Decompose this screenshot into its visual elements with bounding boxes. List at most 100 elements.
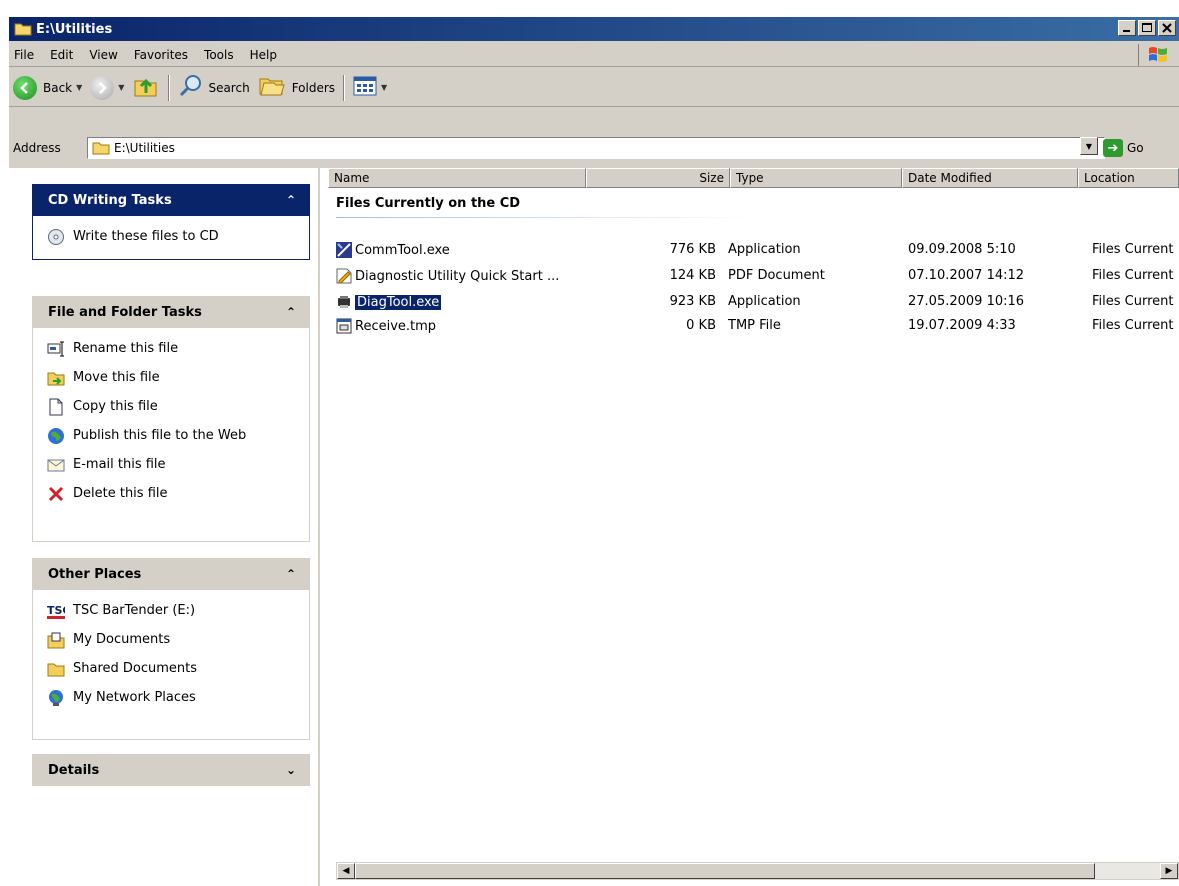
move-icon [47, 369, 65, 387]
delete-icon [47, 485, 65, 503]
task-move[interactable]: Move this file [47, 363, 309, 392]
menu-favorites[interactable]: Favorites [126, 48, 196, 62]
email-icon [47, 456, 65, 474]
collapse-chevron-icon[interactable]: ⌃ [286, 567, 296, 581]
tsc-drive-icon: TSC [47, 602, 65, 620]
up-folder-icon [132, 73, 160, 102]
menu-help[interactable]: Help [242, 48, 285, 62]
pdf-document-icon [336, 268, 352, 284]
address-input[interactable]: E:\Utilities [87, 137, 1105, 159]
group-header: Files Currently on the CD [336, 196, 521, 211]
menu-view[interactable]: View [81, 48, 125, 62]
file-location: Files Current [1092, 294, 1174, 309]
task-copy[interactable]: Copy this file [47, 392, 309, 421]
back-button[interactable]: Back ▼ [9, 73, 86, 103]
file-row[interactable]: CommTool.exe 776 KB Application 09.09.20… [336, 240, 1179, 262]
column-header-type[interactable]: Type [730, 168, 902, 188]
cd-icon [47, 228, 65, 246]
standard-toolbar: Back ▼ ▼ Search Folders ▼ [9, 69, 1179, 107]
menu-bar: File Edit View Favorites Tools Help [9, 43, 1179, 67]
column-header-date-modified[interactable]: Date Modified [902, 168, 1078, 188]
file-row[interactable]: Diagnostic Utility Quick Start ... 124 K… [336, 266, 1179, 288]
forward-button[interactable]: ▼ [86, 73, 128, 103]
task-write-to-cd[interactable]: Write these files to CD [47, 222, 309, 251]
task-publish-web[interactable]: Publish this file to the Web [47, 421, 309, 450]
views-dropdown-icon[interactable]: ▼ [381, 83, 387, 92]
collapse-chevron-icon[interactable]: ⌃ [286, 305, 296, 319]
task-label: Rename this file [73, 341, 179, 356]
go-arrow-icon: ➔ [1103, 139, 1123, 157]
scroll-thumb[interactable] [355, 863, 1095, 879]
column-label: Location [1084, 171, 1135, 185]
place-my-documents[interactable]: My Documents [47, 625, 309, 654]
back-arrow-icon [13, 75, 37, 100]
file-row-selected[interactable]: DiagTool.exe 923 KB Application 27.05.20… [336, 292, 1179, 314]
up-folder-button[interactable] [128, 73, 164, 103]
close-button[interactable] [1158, 20, 1176, 36]
folders-label: Folders [291, 80, 336, 95]
folders-icon [258, 74, 286, 101]
place-tsc-bartender[interactable]: TSC TSC BarTender (E:) [47, 596, 309, 625]
globe-icon [47, 427, 65, 445]
views-icon [353, 76, 377, 99]
address-bar: Address E:\Utilities ▼ ➔ Go [9, 135, 1179, 161]
column-header-name[interactable]: Name [328, 168, 586, 188]
task-rename[interactable]: Rename this file [47, 334, 309, 363]
address-dropdown-button[interactable]: ▼ [1080, 137, 1098, 155]
file-folder-tasks-body: Rename this file Move this file Copy thi… [32, 328, 310, 542]
details-panel: Details ⌄ [32, 754, 310, 786]
search-button[interactable]: Search [174, 73, 253, 103]
tmp-file-icon [336, 318, 352, 334]
address-value: E:\Utilities [114, 141, 175, 155]
file-size: 923 KB [669, 294, 716, 309]
column-header-location[interactable]: Location [1078, 168, 1179, 188]
place-my-network-places[interactable]: My Network Places [47, 683, 309, 712]
column-header-size[interactable]: Size [586, 168, 730, 188]
copy-icon [47, 398, 65, 416]
task-label: Publish this file to the Web [73, 428, 247, 443]
cd-writing-tasks-header[interactable]: CD Writing Tasks ⌃ [32, 184, 310, 216]
other-places-panel: Other Places ⌃ TSC TSC BarTender (E:) My… [32, 558, 310, 740]
column-label: Size [699, 171, 724, 185]
place-shared-documents[interactable]: Shared Documents [47, 654, 309, 683]
file-folder-tasks-header[interactable]: File and Folder Tasks ⌃ [32, 296, 310, 328]
title-bar[interactable]: E:\Utilities [9, 17, 1179, 41]
address-label: Address [13, 141, 61, 155]
file-size: 124 KB [669, 268, 716, 283]
expand-chevron-icon[interactable]: ⌄ [286, 763, 296, 777]
go-label: Go [1127, 141, 1144, 155]
folders-button[interactable]: Folders [254, 73, 339, 103]
menu-edit[interactable]: Edit [42, 48, 81, 62]
file-type: TMP File [728, 318, 781, 333]
file-location: Files Current [1092, 242, 1174, 257]
scroll-right-button[interactable]: ▶ [1160, 863, 1178, 879]
go-button[interactable]: ➔ Go [1103, 137, 1144, 159]
forward-dropdown-icon[interactable]: ▼ [118, 83, 124, 92]
minimize-button[interactable] [1118, 20, 1136, 36]
file-type: Application [728, 294, 801, 309]
panel-title: File and Folder Tasks [48, 304, 202, 320]
scroll-left-button[interactable]: ◀ [337, 863, 355, 879]
details-header[interactable]: Details ⌄ [32, 754, 310, 786]
toolbar-separator [343, 74, 346, 101]
task-pane: CD Writing Tasks ⌃ Write these files to … [8, 168, 318, 886]
commtool-app-icon [336, 242, 352, 258]
other-places-header[interactable]: Other Places ⌃ [32, 558, 310, 590]
column-label: Name [334, 171, 370, 185]
collapse-chevron-icon[interactable]: ⌃ [286, 193, 296, 207]
views-button[interactable]: ▼ [349, 73, 391, 103]
maximize-button[interactable] [1138, 20, 1156, 36]
file-name: Diagnostic Utility Quick Start ... [355, 268, 560, 284]
menu-file[interactable]: File [9, 48, 42, 62]
task-email[interactable]: E-mail this file [47, 450, 309, 479]
task-delete[interactable]: Delete this file [47, 479, 309, 508]
file-row[interactable]: Receive.tmp 0 KB TMP File 19.07.2009 4:3… [336, 316, 1179, 338]
file-list: Name Size Type Date Modified Location Fi… [320, 168, 1179, 886]
shared-folder-icon [47, 660, 65, 678]
file-location: Files Current [1092, 318, 1174, 333]
diagtool-app-icon [336, 294, 352, 310]
group-divider [336, 217, 756, 218]
horizontal-scrollbar[interactable]: ◀ ▶ [336, 862, 1179, 880]
back-dropdown-icon[interactable]: ▼ [76, 83, 82, 92]
menu-tools[interactable]: Tools [196, 48, 242, 62]
